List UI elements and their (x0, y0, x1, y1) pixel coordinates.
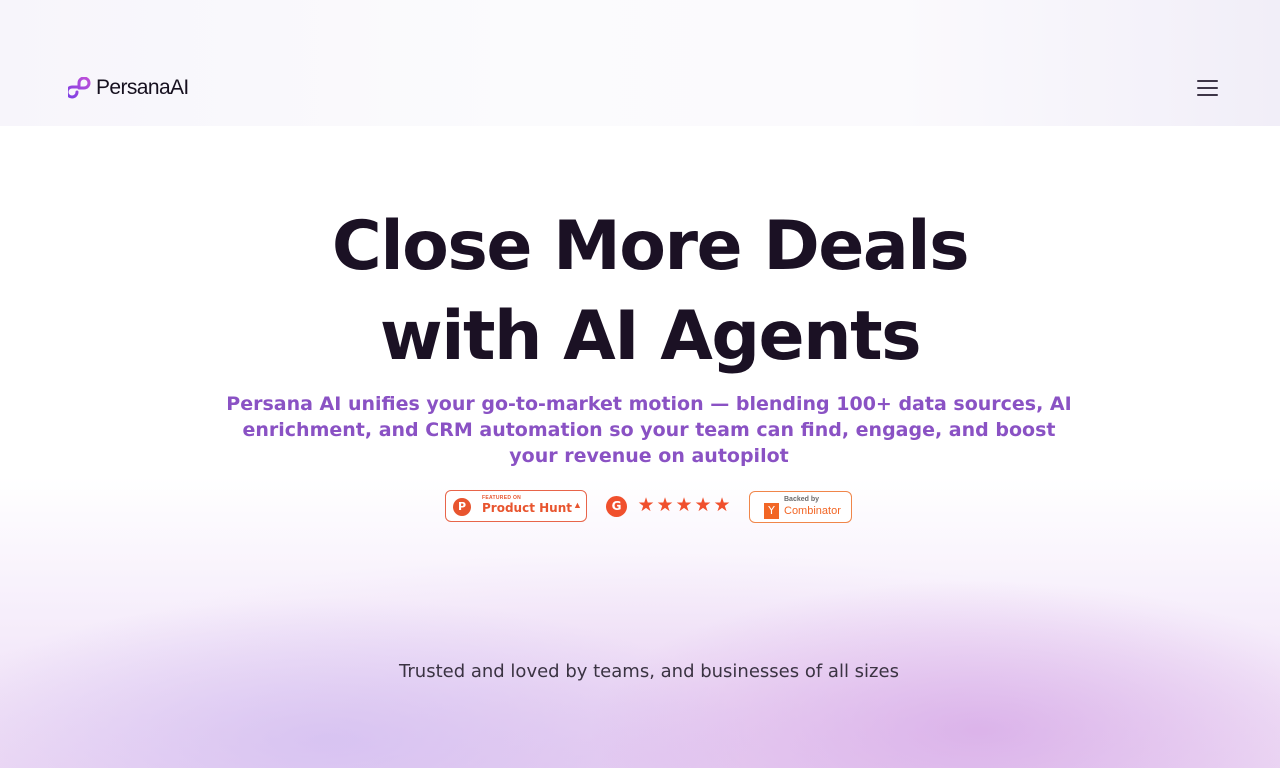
rating-stars: ★ ★ ★ ★ ★ (637, 495, 731, 516)
hero-headline: Close More Deals with AI Agents (240, 202, 1060, 382)
logo[interactable]: PersanaAI (68, 76, 189, 100)
menu-line (1197, 87, 1218, 89)
star-icon: ★ (637, 495, 655, 516)
ycombinator-name: Combinator (784, 505, 841, 517)
product-hunt-name: Product Hunt (482, 501, 572, 515)
logo-text: PersanaAI (96, 76, 189, 99)
product-hunt-icon: P (453, 498, 471, 516)
ycombinator-badge[interactable]: Y Backed by Combinator (749, 491, 852, 523)
hero-subtext: Persana AI unifies your go-to-market mot… (226, 393, 1072, 467)
badges-row: P FEATURED ON Product Hunt ▲ G ★ ★ ★ ★ ★… (0, 490, 1280, 524)
ycombinator-kicker: Backed by (784, 496, 820, 503)
hamburger-menu-icon[interactable] (1194, 76, 1220, 100)
star-icon: ★ (656, 495, 674, 516)
menu-line (1197, 94, 1218, 96)
trusted-by-text: Trusted and loved by teams, and business… (399, 661, 899, 682)
page: PersanaAI Close More Deals with AI Agent… (0, 0, 1280, 768)
star-icon: ★ (694, 495, 712, 516)
site-header: PersanaAI (0, 0, 1280, 126)
star-icon: ★ (713, 495, 731, 516)
headline-line-1: Close More Deals (331, 207, 970, 286)
product-hunt-badge[interactable]: P FEATURED ON Product Hunt ▲ (445, 490, 587, 522)
g2-icon: G (606, 495, 627, 517)
star-icon: ★ (675, 495, 693, 516)
headline-line-2: with AI Agents (379, 297, 922, 376)
menu-line (1197, 80, 1218, 82)
ycombinator-icon: Y (764, 503, 779, 519)
g2-rating[interactable]: G ★ ★ ★ ★ ★ (606, 495, 731, 517)
upvote-arrow-icon: ▲ (573, 500, 582, 510)
persana-loop-icon (68, 77, 91, 99)
